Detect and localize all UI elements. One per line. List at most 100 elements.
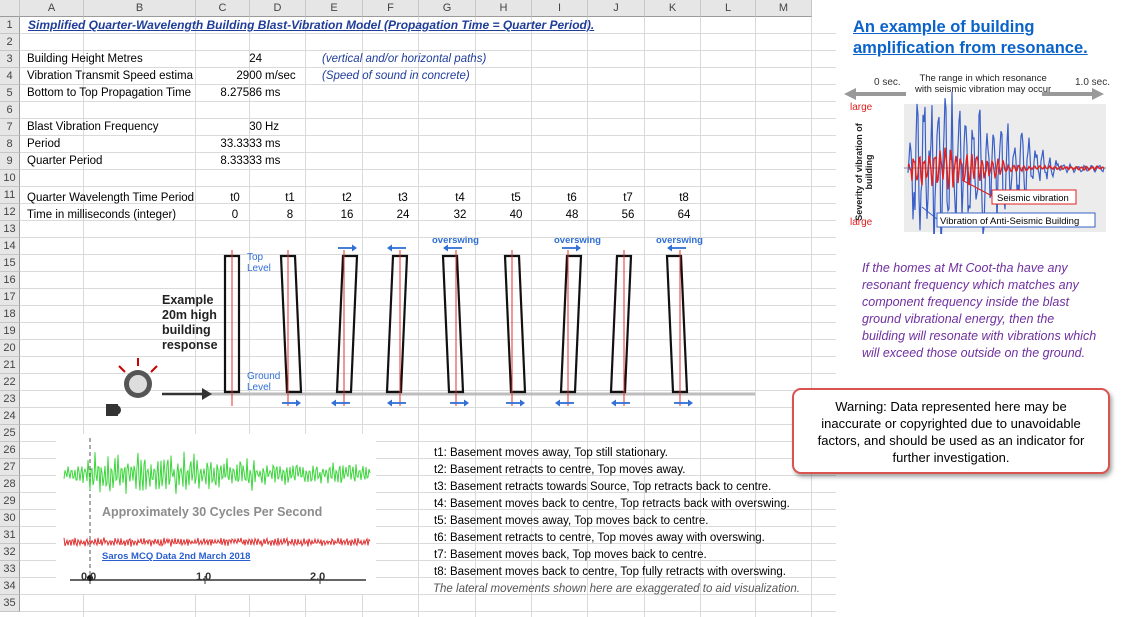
column-header-F[interactable]: F (363, 0, 419, 17)
param-value[interactable]: 24 (196, 51, 262, 68)
time-period-cell[interactable]: t3 (378, 190, 428, 207)
spreadsheet[interactable]: ABCDEFGHIJKLM 1 2 3 4 5 6 7 8 9 10 11 12 13 14 15 16 17 1… (0, 0, 836, 617)
time-period-cell[interactable]: t2 (322, 190, 372, 207)
time-ms-cell[interactable]: 48 (547, 207, 597, 224)
row-header-13[interactable]: 13 (0, 221, 20, 238)
row-header-6[interactable]: 6 (0, 102, 20, 119)
column-header-J[interactable]: J (588, 0, 645, 17)
select-all-corner[interactable] (0, 0, 20, 17)
row-header-14[interactable]: 14 (0, 238, 20, 255)
note-7: t7: Basement moves back, Top moves back … (434, 549, 707, 561)
row-header-8[interactable]: 8 (0, 136, 20, 153)
column-header-G[interactable]: G (419, 0, 476, 17)
time-period-cell[interactable]: t1 (265, 190, 315, 207)
row-header-28[interactable]: 28 (0, 476, 20, 493)
row-header-34[interactable]: 34 (0, 578, 20, 595)
resonance-paragraph: If the homes at Mt Coot-tha have any res… (862, 261, 1097, 360)
row-header-11[interactable]: 11 (0, 187, 20, 204)
time-ms-cell[interactable]: 24 (378, 207, 428, 224)
amplification-heading-line2[interactable]: amplification from resonance. (853, 38, 1088, 58)
row-header-22[interactable]: 22 (0, 374, 20, 391)
row-header-21[interactable]: 21 (0, 357, 20, 374)
row-header-17[interactable]: 17 (0, 289, 20, 306)
note-5: t5: Basement moves away, Top moves back … (434, 515, 709, 527)
note-2: t2: Basement retracts to centre, Top mov… (434, 464, 686, 476)
param-note: (vertical and/or horizontal paths) (322, 53, 487, 65)
seismo-caption: Approximately 30 Cycles Per Second (102, 505, 323, 519)
amplification-heading-line1[interactable]: An example of building (853, 17, 1035, 37)
row-header-35[interactable]: 35 (0, 595, 20, 612)
blast-figure-icon (106, 358, 158, 416)
row-header-31[interactable]: 31 (0, 527, 20, 544)
row-header-20[interactable]: 20 (0, 340, 20, 357)
building-t2 (331, 244, 359, 407)
param-value[interactable]: 33.3333 (196, 136, 262, 153)
time-period-cell[interactable]: t4 (435, 190, 485, 207)
warning-text: Warning: Data represented here may be in… (817, 399, 1085, 465)
column-header-C[interactable]: C (196, 0, 250, 17)
param-unit: ms (265, 138, 281, 150)
column-header-K[interactable]: K (645, 0, 701, 17)
row-header-16[interactable]: 16 (0, 272, 20, 289)
row-header-18[interactable]: 18 (0, 306, 20, 323)
note-3: t3: Basement retracts towards Source, To… (434, 481, 772, 493)
row-header-27[interactable]: 27 (0, 459, 20, 476)
time-ms-cell[interactable]: 8 (265, 207, 315, 224)
param-label: Blast Vibration Frequency (27, 121, 159, 133)
row-header-12[interactable]: 12 (0, 204, 20, 221)
column-header-E[interactable]: E (306, 0, 363, 17)
column-header-M[interactable]: M (756, 0, 812, 17)
row-header-1[interactable]: 1 (0, 17, 20, 34)
row-header-33[interactable]: 33 (0, 561, 20, 578)
row-header-32[interactable]: 32 (0, 544, 20, 561)
time-period-cell[interactable]: t8 (659, 190, 709, 207)
column-header-L[interactable]: L (701, 0, 756, 17)
time-ms-cell[interactable]: 0 (210, 207, 260, 224)
resonance-chart (842, 72, 1108, 255)
row-header-29[interactable]: 29 (0, 493, 20, 510)
param-unit: Hz (265, 121, 280, 133)
time-period-cell[interactable]: t0 (210, 190, 260, 207)
time-ms-cell[interactable]: 16 (322, 207, 372, 224)
top-level-label: Top Level (247, 252, 271, 274)
column-header-H[interactable]: H (476, 0, 532, 17)
time-period-cell[interactable]: t6 (547, 190, 597, 207)
row-header-25[interactable]: 25 (0, 425, 20, 442)
seismo-tick-2: 2.0 (310, 571, 326, 583)
row-header-15[interactable]: 15 (0, 255, 20, 272)
building-t5 (503, 250, 527, 407)
param-value[interactable]: 8.33333 (196, 153, 262, 170)
column-header-A[interactable]: A (20, 0, 84, 17)
row-header-5[interactable]: 5 (0, 85, 20, 102)
row-header-9[interactable]: 9 (0, 153, 20, 170)
time-ms-cell[interactable]: 56 (603, 207, 653, 224)
building-t8 (665, 244, 693, 407)
seismo-tick-0: 0.0 (81, 571, 97, 583)
param-value[interactable]: 8.27586 (196, 85, 262, 102)
row-header-30[interactable]: 30 (0, 510, 20, 527)
time-period-cell[interactable]: t5 (491, 190, 541, 207)
column-header-I[interactable]: I (532, 0, 588, 17)
row-header-19[interactable]: 19 (0, 323, 20, 340)
note-4: t4: Basement moves back to centre, Top r… (434, 498, 790, 510)
column-header-B[interactable]: B (84, 0, 196, 17)
row-header-3[interactable]: 3 (0, 51, 20, 68)
row-header-24[interactable]: 24 (0, 408, 20, 425)
row-header-4[interactable]: 4 (0, 68, 20, 85)
row-header-2[interactable]: 2 (0, 34, 20, 51)
sheet-title: Simplified Quarter-Wavelength Building B… (28, 18, 595, 32)
param-value[interactable]: 2900 (196, 68, 262, 85)
time-period-cell[interactable]: t7 (603, 190, 653, 207)
row-header-26[interactable]: 26 (0, 442, 20, 459)
time-ms-cell[interactable]: 32 (435, 207, 485, 224)
row-header-7[interactable]: 7 (0, 119, 20, 136)
param-label: Bottom to Top Propagation Time (27, 87, 192, 99)
right-panel: An example of building amplification fro… (836, 0, 1124, 617)
time-ms-cell[interactable]: 64 (659, 207, 709, 224)
row-header-10[interactable]: 10 (0, 170, 20, 187)
row-header-23[interactable]: 23 (0, 391, 20, 408)
column-header-D[interactable]: D (250, 0, 306, 17)
note-6: t6: Basement retracts to centre, Top mov… (434, 532, 765, 544)
time-ms-cell[interactable]: 40 (491, 207, 541, 224)
param-value[interactable]: 30 (196, 119, 262, 136)
